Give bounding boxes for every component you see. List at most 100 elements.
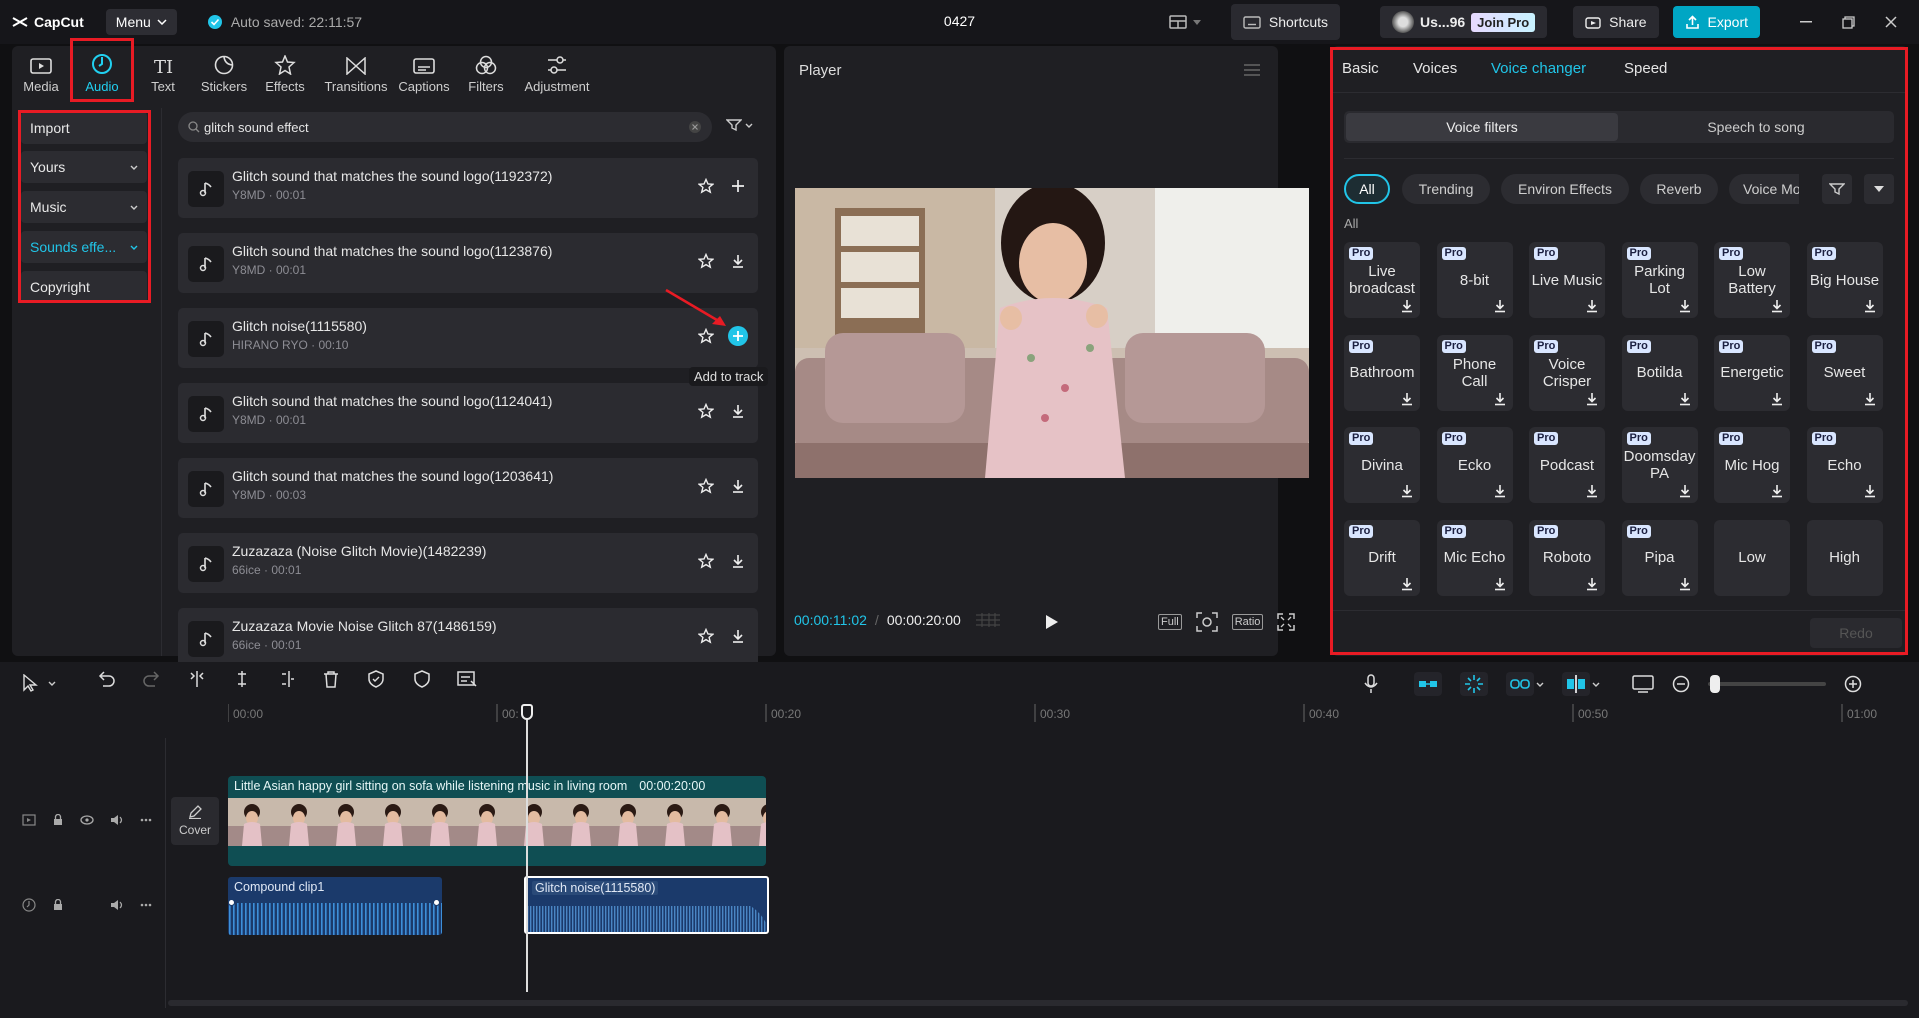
restore-icon[interactable] <box>1842 16 1855 29</box>
download-button[interactable] <box>1678 299 1692 313</box>
subtab-speech-to-song[interactable]: Speech to song <box>1620 113 1892 141</box>
tab-voices[interactable]: Voices <box>1413 60 1457 77</box>
add-to-track-button[interactable] <box>728 326 748 346</box>
add-to-track-button[interactable] <box>730 178 746 194</box>
voice-filter-card[interactable]: ProPhone Call <box>1437 335 1513 411</box>
favorite-button[interactable] <box>698 628 714 644</box>
tab-text[interactable]: TI Text <box>132 48 194 94</box>
sound-list-item[interactable]: Zuzazaza (Noise Glitch Movie)(1482239)66… <box>178 533 758 593</box>
preview-axis-button[interactable] <box>1562 672 1600 696</box>
clear-search-icon[interactable] <box>688 120 702 134</box>
pill-voice-mo[interactable]: Voice Mo <box>1729 174 1799 204</box>
menu-button[interactable]: Menu <box>106 9 177 35</box>
download-button[interactable] <box>730 628 746 644</box>
favorite-button[interactable] <box>698 478 714 494</box>
pill-environ-effects[interactable]: Environ Effects <box>1501 174 1629 204</box>
microphone-icon[interactable] <box>1364 674 1378 694</box>
video-preview[interactable] <box>795 188 1309 478</box>
redo-button[interactable]: Redo <box>1810 618 1902 648</box>
undo-icon[interactable] <box>97 670 115 688</box>
tab-voice-changer[interactable]: Voice changer <box>1491 60 1586 77</box>
download-button[interactable] <box>1863 392 1877 406</box>
voice-filter-card[interactable]: ProSweet <box>1807 335 1883 411</box>
ratio-button[interactable]: Ratio <box>1232 614 1264 630</box>
voice-filter-card[interactable]: ProLive broadcast <box>1344 242 1420 318</box>
playhead[interactable] <box>526 706 528 992</box>
layout-button[interactable] <box>1169 15 1201 29</box>
cover-button[interactable]: Cover <box>171 797 219 845</box>
download-button[interactable] <box>1493 484 1507 498</box>
download-button[interactable] <box>1400 484 1414 498</box>
eye-icon[interactable] <box>80 815 94 825</box>
link-button[interactable] <box>1506 672 1544 696</box>
tab-audio[interactable]: Audio <box>71 48 133 94</box>
zoom-in-icon[interactable] <box>1844 675 1862 693</box>
voice-filter-card[interactable]: ProBotilda <box>1622 335 1698 411</box>
fullscreen-icon[interactable] <box>1277 613 1295 631</box>
compound-audio-clip[interactable]: Compound clip1 <box>228 877 442 935</box>
zoom-out-icon[interactable] <box>1672 675 1690 693</box>
minimize-icon[interactable] <box>1800 21 1812 23</box>
voice-filter-card[interactable]: ProMic Hog <box>1714 427 1790 503</box>
more-icon[interactable] <box>140 903 152 907</box>
voice-filter-card[interactable]: Low <box>1714 520 1790 596</box>
join-pro-badge[interactable]: Join Pro <box>1471 13 1535 32</box>
sound-list-item[interactable]: Glitch sound that matches the sound logo… <box>178 458 758 518</box>
tab-stickers[interactable]: Stickers <box>193 48 255 94</box>
category-yours[interactable]: Yours <box>21 151 147 183</box>
voice-filter-card[interactable]: ProRoboto <box>1529 520 1605 596</box>
keyframe-dot[interactable] <box>433 899 440 906</box>
voice-filter-card[interactable]: ProMic Echo <box>1437 520 1513 596</box>
shield-icon[interactable] <box>367 670 385 688</box>
full-button[interactable]: Full <box>1158 614 1182 630</box>
download-button[interactable] <box>1585 392 1599 406</box>
download-button[interactable] <box>1400 577 1414 591</box>
category-copyright[interactable]: Copyright <box>21 271 147 303</box>
voice-filter-card[interactable]: ProLive Music <box>1529 242 1605 318</box>
subtab-voice-filters[interactable]: Voice filters <box>1346 113 1618 141</box>
download-button[interactable] <box>1400 299 1414 313</box>
delete-icon[interactable] <box>322 670 340 688</box>
download-button[interactable] <box>1863 484 1877 498</box>
zoom-slider[interactable] <box>1708 682 1826 686</box>
playhead-handle[interactable] <box>521 704 533 720</box>
close-icon[interactable] <box>1885 16 1897 28</box>
favorite-button[interactable] <box>698 178 714 194</box>
volume-icon[interactable] <box>110 899 124 911</box>
zoom-fit-icon[interactable] <box>1196 612 1218 632</box>
category-import[interactable]: Import <box>21 112 147 144</box>
lock-icon[interactable] <box>52 814 64 826</box>
download-button[interactable] <box>1493 299 1507 313</box>
auto-caption-icon[interactable] <box>457 670 477 688</box>
chevron-down-icon[interactable] <box>48 681 56 686</box>
shortcuts-button[interactable]: Shortcuts <box>1231 4 1340 40</box>
glitch-noise-audio-clip[interactable]: Glitch noise(1115580) <box>524 876 769 934</box>
download-button[interactable] <box>730 253 746 269</box>
voice-filter-card[interactable]: ProBig House <box>1807 242 1883 318</box>
download-button[interactable] <box>1400 392 1414 406</box>
tab-speed[interactable]: Speed <box>1624 60 1667 77</box>
favorite-button[interactable] <box>698 553 714 569</box>
keyframe-dot[interactable] <box>228 899 235 906</box>
tab-captions[interactable]: Captions <box>393 48 455 94</box>
tab-transitions[interactable]: Transitions <box>323 48 389 94</box>
filter-sort-button[interactable] <box>1822 174 1852 204</box>
voice-filter-card[interactable]: ProVoice Crisper <box>1529 335 1605 411</box>
marker-icon[interactable] <box>413 670 431 688</box>
voice-filter-card[interactable]: ProPipa <box>1622 520 1698 596</box>
sound-list-item[interactable]: Glitch sound that matches the sound logo… <box>178 158 758 218</box>
sound-list-item[interactable]: Glitch sound that matches the sound logo… <box>178 233 758 293</box>
voice-filter-card[interactable]: ProDivina <box>1344 427 1420 503</box>
waveform-grid-icon[interactable] <box>975 613 1001 627</box>
export-button[interactable]: Export <box>1673 6 1760 38</box>
category-music[interactable]: Music <box>21 191 147 223</box>
voice-filter-card[interactable]: ProDoomsday PA <box>1622 427 1698 503</box>
tab-adjustment[interactable]: Adjustment <box>520 48 594 94</box>
tab-filters[interactable]: Filters <box>455 48 517 94</box>
sound-list-item[interactable]: Zuzazaza Movie Noise Glitch 87(1486159)6… <box>178 608 758 668</box>
redo-icon[interactable] <box>143 670 161 688</box>
download-button[interactable] <box>1678 577 1692 591</box>
download-button[interactable] <box>1585 484 1599 498</box>
voice-filter-card[interactable]: ProEnergetic <box>1714 335 1790 411</box>
tab-media[interactable]: Media <box>10 48 72 94</box>
